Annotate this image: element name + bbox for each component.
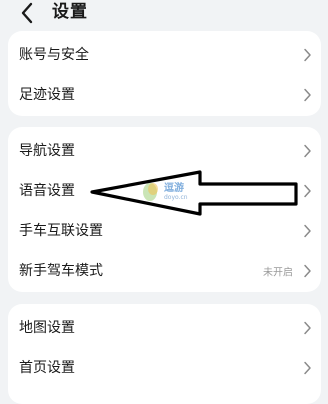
settings-item-phone-car-link[interactable]: 手车互联设置 [8, 211, 321, 251]
settings-item-navigation[interactable]: 导航设置 [8, 131, 321, 171]
chevron-right-icon [304, 264, 311, 278]
settings-item-label: 足迹设置 [19, 87, 75, 103]
settings-group-map: 地图设置 首页设置 [8, 304, 321, 404]
watermark-text: 逗游 [164, 183, 184, 194]
page-title: 设置 [52, 2, 88, 22]
settings-item-label: 地图设置 [19, 320, 75, 336]
settings-group-account: 账号与安全 足迹设置 [8, 31, 321, 116]
title-bar: 设置 [0, 0, 328, 28]
chevron-right-icon [304, 321, 311, 335]
watermark-url: doyo.cn [164, 194, 188, 201]
chevron-right-icon [304, 361, 311, 375]
chevron-right-icon [304, 88, 311, 102]
settings-item-novice-mode[interactable]: 新手驾车模式 未开启 [8, 251, 321, 291]
settings-item-label: 导航设置 [19, 143, 75, 159]
settings-item-account-security[interactable]: 账号与安全 [8, 35, 321, 75]
back-button[interactable] [16, 0, 40, 26]
watermark-logo: 逗游 doyo.cn [140, 178, 208, 210]
settings-item-map[interactable]: 地图设置 [8, 308, 321, 348]
settings-item-footprint[interactable]: 足迹设置 [8, 75, 321, 115]
chevron-right-icon [304, 224, 311, 238]
watermark-leaf-icon [143, 183, 158, 201]
chevron-right-icon [304, 184, 311, 198]
settings-item-label: 手车互联设置 [19, 223, 103, 239]
status-value: 未开启 [263, 267, 293, 279]
settings-item-label: 新手驾车模式 [19, 263, 103, 279]
chevron-left-icon [21, 2, 33, 24]
chevron-right-icon [304, 144, 311, 158]
settings-item-label: 语音设置 [19, 183, 75, 199]
settings-item-label: 首页设置 [19, 360, 75, 376]
settings-item-home[interactable]: 首页设置 [8, 348, 321, 388]
chevron-right-icon [304, 48, 311, 62]
settings-item-label: 账号与安全 [19, 47, 89, 63]
